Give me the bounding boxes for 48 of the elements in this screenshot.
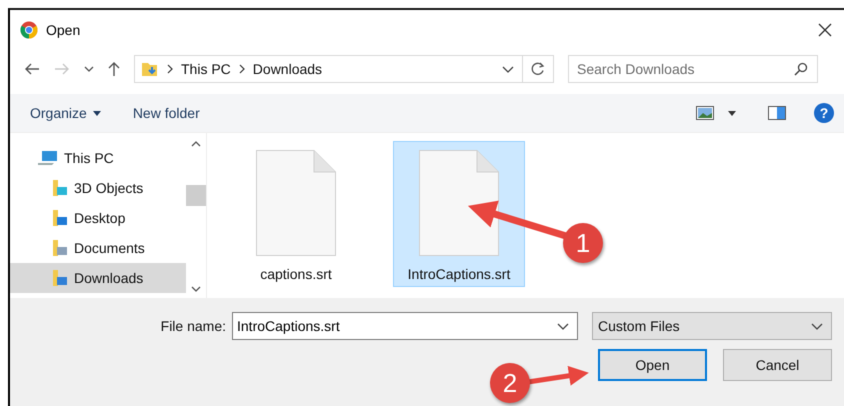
organize-menu[interactable]: Organize <box>30 105 87 121</box>
chevron-down-icon[interactable] <box>84 66 94 72</box>
folder-icon <box>52 179 68 197</box>
address-bar[interactable]: This PC Downloads <box>134 55 554 83</box>
chevron-down-icon <box>811 322 823 330</box>
file-item[interactable]: captions.srt <box>241 141 351 287</box>
file-name-label: File name: <box>160 318 226 334</box>
download-folder-icon <box>141 61 159 77</box>
chevron-right-icon <box>167 64 173 74</box>
image-view-icon[interactable] <box>696 106 714 120</box>
sidebar-item[interactable]: This PC <box>10 143 186 173</box>
file-type-dropdown[interactable]: Custom Files <box>592 312 832 340</box>
cancel-button[interactable]: Cancel <box>723 349 832 381</box>
document-icon <box>419 150 499 256</box>
window-title: Open <box>46 22 80 38</box>
scrollbar-thumb[interactable] <box>186 185 206 206</box>
caret-icon[interactable] <box>728 110 736 116</box>
close-icon[interactable] <box>818 23 832 37</box>
sidebar-item[interactable]: Desktop <box>10 203 186 233</box>
folder-icon <box>52 239 68 257</box>
caret-icon <box>92 110 101 116</box>
sidebar-item[interactable]: Documents <box>10 233 186 263</box>
chevron-down-icon[interactable] <box>502 66 514 72</box>
preview-pane-icon[interactable] <box>768 106 786 120</box>
chevron-right-icon <box>238 64 245 74</box>
callout-arrow <box>528 366 589 386</box>
computer-icon <box>38 150 58 166</box>
breadcrumb-item[interactable]: Downloads <box>252 61 322 77</box>
sidebar-item[interactable]: 3D Objects <box>10 173 186 203</box>
chevron-up-icon[interactable] <box>191 141 201 147</box>
chevron-down-icon[interactable] <box>557 323 569 330</box>
document-icon <box>256 150 336 256</box>
refresh-icon <box>531 62 545 76</box>
file-name-field[interactable]: IntroCaptions.srt <box>232 312 578 340</box>
help-button[interactable]: ? <box>814 103 834 123</box>
sidebar-item[interactable]: Downloads <box>10 263 186 293</box>
browser-logo-icon <box>20 21 38 39</box>
breadcrumb-item[interactable]: This PC <box>181 61 231 77</box>
back-arrow-icon[interactable] <box>24 63 40 75</box>
new-folder-button[interactable]: New folder <box>132 105 200 121</box>
chevron-down-icon[interactable] <box>191 286 201 292</box>
file-item[interactable]: IntroCaptions.srt <box>393 141 525 287</box>
search-field[interactable]: Search Downloads <box>568 55 818 83</box>
open-button[interactable]: Open <box>598 349 707 381</box>
folder-icon <box>52 209 68 227</box>
search-icon <box>794 62 808 76</box>
folder-icon <box>52 269 68 287</box>
up-arrow-icon[interactable] <box>108 61 120 77</box>
